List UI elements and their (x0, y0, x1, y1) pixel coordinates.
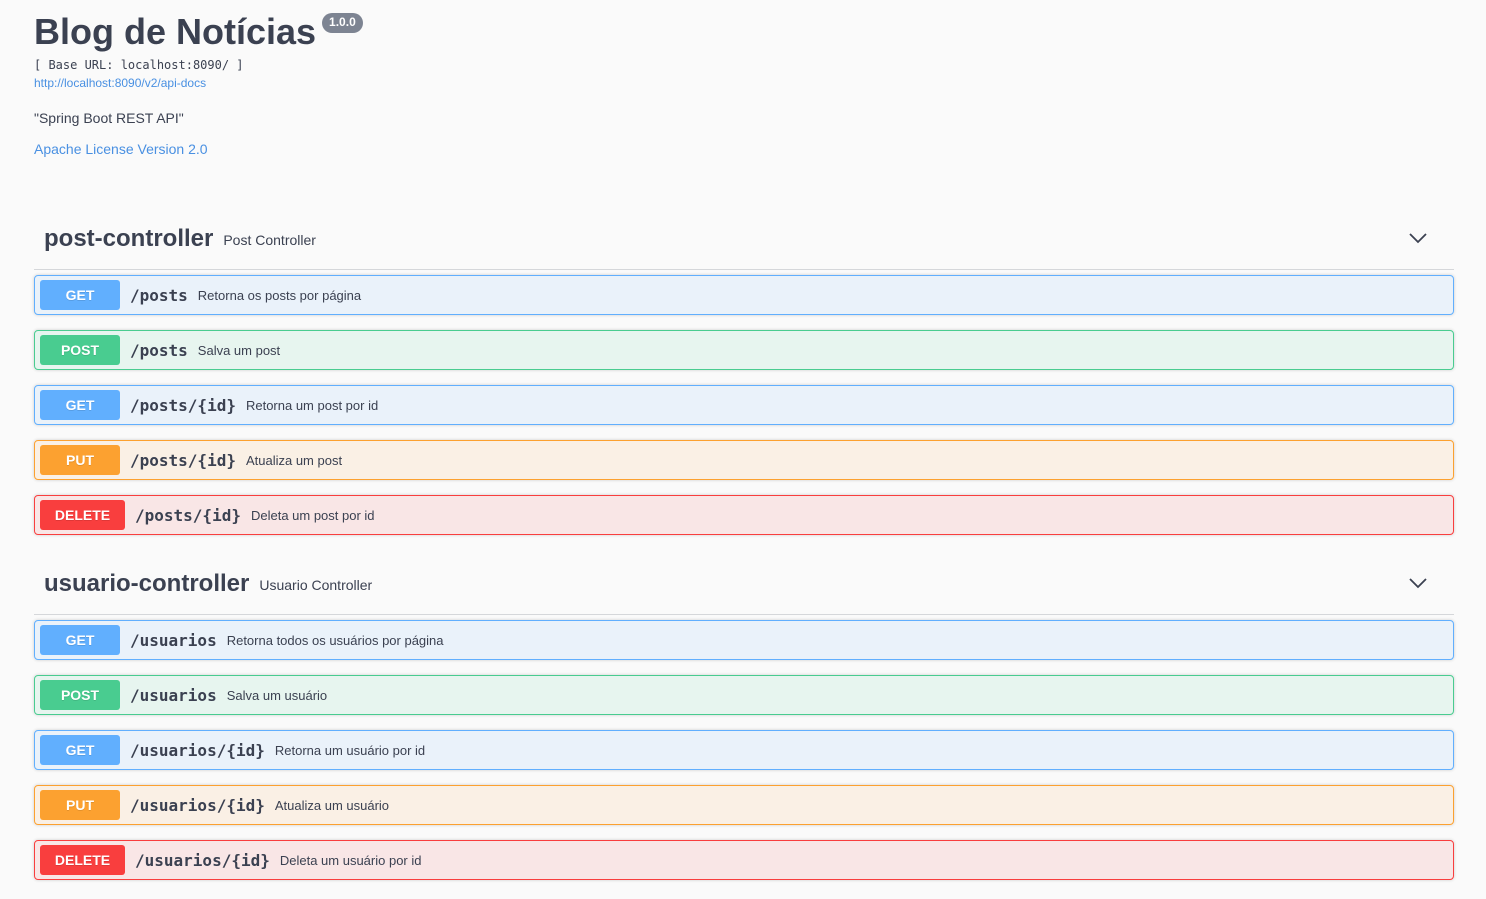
api-info: Blog de Notícias 1.0.0 [ Base URL: local… (34, 10, 363, 92)
operation-path: /usuarios (130, 630, 217, 650)
api-docs-link[interactable]: http://localhost:8090/v2/api-docs (34, 76, 206, 90)
operation-path: /posts (130, 340, 188, 360)
operation-delete-usuario-by-id[interactable]: DELETE /usuarios/{id} Deleta um usuário … (34, 840, 1454, 880)
method-badge: GET (40, 390, 120, 420)
chevron-down-icon[interactable] (1408, 576, 1428, 590)
operation-path: /posts/{id} (130, 450, 236, 470)
operation-get-posts[interactable]: GET /posts Retorna os posts por página (34, 275, 1454, 315)
title-row: Blog de Notícias 1.0.0 (34, 10, 363, 54)
operation-path: /posts/{id} (130, 395, 236, 415)
operation-summary: Deleta um post por id (250, 507, 375, 523)
tag-header-post-controller[interactable]: post-controller Post Controller (34, 208, 1454, 270)
tag-description: Post Controller (223, 231, 316, 248)
method-badge: POST (40, 680, 120, 710)
operation-summary: Atualiza um usuário (274, 797, 390, 813)
operation-get-post-by-id[interactable]: GET /posts/{id} Retorna um post por id (34, 385, 1454, 425)
tag-name: post-controller (44, 224, 214, 252)
tag-section-post-controller: post-controller Post Controller GET /pos… (34, 208, 1454, 535)
method-badge: DELETE (40, 845, 125, 875)
method-badge: POST (40, 335, 120, 365)
operation-summary: Retorna os posts por página (197, 287, 362, 303)
method-badge: GET (40, 625, 120, 655)
base-url: [ Base URL: localhost:8090/ ] (34, 58, 244, 72)
tag-name: usuario-controller (44, 569, 250, 597)
operation-path: /usuarios/{id} (130, 740, 265, 760)
method-badge: DELETE (40, 500, 125, 530)
operation-summary: Retorna um post por id (245, 397, 379, 413)
method-badge: PUT (40, 445, 120, 475)
operation-summary: Deleta um usuário por id (279, 852, 422, 868)
version-badge: 1.0.0 (322, 13, 363, 33)
tag-description: Usuario Controller (259, 576, 373, 593)
tag-section-usuario-controller: usuario-controller Usuario Controller GE… (34, 553, 1454, 880)
operation-path: /usuarios/{id} (130, 795, 265, 815)
operation-delete-post-by-id[interactable]: DELETE /posts/{id} Deleta um post por id (34, 495, 1454, 535)
operation-path: /usuarios/{id} (135, 850, 270, 870)
operation-summary: Atualiza um post (245, 452, 343, 468)
operation-summary: Retorna um usuário por id (274, 742, 426, 758)
operation-path: /posts (130, 285, 188, 305)
chevron-down-icon[interactable] (1408, 231, 1428, 245)
operation-post-posts[interactable]: POST /posts Salva um post (34, 330, 1454, 370)
operation-summary: Retorna todos os usuários por página (226, 632, 444, 648)
license-link[interactable]: Apache License Version 2.0 (34, 141, 208, 157)
method-badge: GET (40, 280, 120, 310)
operation-path: /posts/{id} (135, 505, 241, 525)
operation-post-usuarios[interactable]: POST /usuarios Salva um usuário (34, 675, 1454, 715)
method-badge: PUT (40, 790, 120, 820)
tag-header-usuario-controller[interactable]: usuario-controller Usuario Controller (34, 553, 1454, 615)
operation-put-post-by-id[interactable]: PUT /posts/{id} Atualiza um post (34, 440, 1454, 480)
operation-get-usuarios[interactable]: GET /usuarios Retorna todos os usuários … (34, 620, 1454, 660)
api-description: "Spring Boot REST API" (34, 110, 184, 126)
operation-path: /usuarios (130, 685, 217, 705)
operation-put-usuario-by-id[interactable]: PUT /usuarios/{id} Atualiza um usuário (34, 785, 1454, 825)
operation-summary: Salva um usuário (226, 687, 328, 703)
swagger-ui-page: Blog de Notícias 1.0.0 [ Base URL: local… (0, 0, 1486, 899)
page-title: Blog de Notícias (34, 11, 317, 52)
operation-get-usuario-by-id[interactable]: GET /usuarios/{id} Retorna um usuário po… (34, 730, 1454, 770)
operation-summary: Salva um post (197, 342, 281, 358)
method-badge: GET (40, 735, 120, 765)
